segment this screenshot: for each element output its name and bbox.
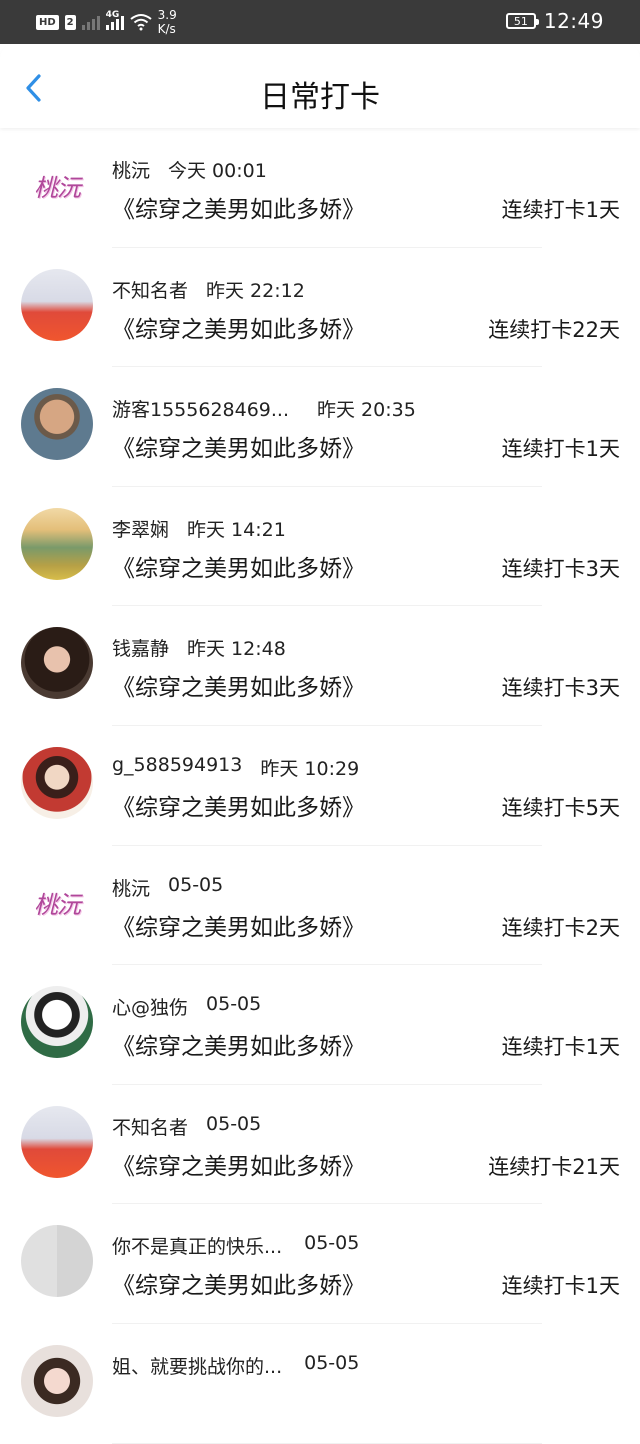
streak-label: 连续打卡1天 — [501, 1274, 620, 1299]
streak-label: 连续打卡1天 — [501, 437, 620, 462]
streak-label: 连续打卡1天 — [501, 198, 620, 222]
user-name: 心@独伤 — [112, 997, 189, 1020]
nav-bar: 日常打卡 — [0, 44, 640, 128]
list-item[interactable]: 你不是真正的快乐... 05-05 《综穿之美男如此多娇》 连续打卡1天 — [0, 1204, 640, 1324]
user-name: 游客1555628469... — [112, 399, 290, 422]
book-title: 《综穿之美男如此多娇》 — [112, 436, 365, 463]
book-title: 《综穿之美男如此多娇》 — [112, 1153, 365, 1180]
book-title: 《综穿之美男如此多娇》 — [112, 555, 365, 582]
checkin-time: 昨天 20:35 — [317, 399, 416, 422]
streak-label: 连续打卡1天 — [501, 1035, 620, 1060]
checkin-time: 今天 00:01 — [168, 160, 267, 182]
signal-icon-sim2: 4G — [105, 10, 124, 30]
sim-badge: 2 — [64, 14, 76, 30]
battery-icon: 51 — [505, 13, 539, 29]
net-speed: 3.9 K/s — [157, 8, 177, 36]
avatar[interactable] — [21, 268, 93, 341]
battery-level: 51 — [513, 14, 528, 28]
user-name: 桃沅 — [112, 160, 151, 182]
avatar[interactable] — [21, 1105, 93, 1178]
clock: 12:49 — [543, 9, 604, 33]
user-name: 不知名者 — [112, 1116, 189, 1139]
user-name: g_588594913 — [112, 753, 243, 776]
list-item[interactable]: 游客1555628469... 昨天 20:35 《综穿之美男如此多娇》 连续打卡… — [0, 367, 640, 487]
list-item[interactable]: 桃沅 桃沅 05-05 《综穿之美男如此多娇》 连续打卡2天 — [0, 846, 640, 966]
user-name: 钱嘉静 — [112, 638, 170, 661]
avatar[interactable]: 桃沅 — [21, 149, 93, 221]
book-title: 《综穿之美男如此多娇》 — [112, 1034, 365, 1061]
streak-label: 连续打卡22天 — [488, 317, 620, 342]
checkin-time: 05-05 — [206, 993, 262, 1016]
list-item[interactable]: 桃沅 桃沅 今天 00:01 《综穿之美男如此多娇》 连续打卡1天 — [0, 128, 640, 248]
checkin-time: 05-05 — [206, 1112, 262, 1135]
checkin-time: 05-05 — [168, 873, 224, 896]
user-name: 李翠娴 — [112, 518, 170, 541]
avatar[interactable] — [21, 986, 93, 1059]
streak-label: 连续打卡3天 — [501, 556, 620, 581]
avatar[interactable]: 桃沅 — [21, 866, 93, 939]
logo-text: 桃沅 — [34, 891, 81, 920]
checkin-time: 昨天 14:21 — [187, 518, 286, 541]
avatar[interactable] — [21, 507, 93, 580]
book-title: 《综穿之美男如此多娇》 — [112, 675, 365, 702]
book-title: 《综穿之美男如此多娇》 — [112, 914, 365, 941]
book-title: 《综穿之美男如此多娇》 — [112, 794, 365, 821]
streak-label: 连续打卡5天 — [501, 795, 620, 820]
book-title: 《综穿之美男如此多娇》 — [112, 197, 365, 223]
user-name: 不知名者 — [112, 279, 189, 302]
page-title: 日常打卡 — [260, 80, 380, 115]
avatar[interactable] — [21, 746, 93, 819]
list-item[interactable]: 钱嘉静 昨天 12:48 《综穿之美男如此多娇》 连续打卡3天 — [0, 606, 640, 726]
checkin-time: 昨天 10:29 — [260, 757, 360, 780]
user-name: 你不是真正的快乐... — [112, 1236, 283, 1259]
streak-label: 连续打卡21天 — [488, 1154, 620, 1179]
list-item[interactable]: g_588594913 昨天 10:29 《综穿之美男如此多娇》 连续打卡5天 — [0, 726, 640, 846]
streak-label: 连续打卡2天 — [501, 915, 620, 940]
list-item[interactable]: 姐、就要挑战你的... 05-05 — [0, 1324, 640, 1444]
user-name: 姐、就要挑战你的... — [112, 1355, 283, 1378]
avatar[interactable] — [21, 627, 93, 700]
book-title: 《综穿之美男如此多娇》 — [112, 316, 365, 343]
wifi-icon — [130, 14, 152, 31]
list-item[interactable]: 不知名者 昨天 22:12 《综穿之美男如此多娇》 连续打卡22天 — [0, 248, 640, 368]
checkin-time: 昨天 12:48 — [187, 638, 286, 661]
signal-icon-sim1 — [81, 14, 100, 30]
avatar[interactable] — [21, 1344, 93, 1417]
logo-text: 桃沅 — [34, 173, 81, 202]
checkin-time: 昨天 22:12 — [206, 279, 305, 302]
checkin-time: 05-05 — [304, 1351, 360, 1374]
avatar[interactable] — [21, 1225, 93, 1298]
status-bar: HD 2 4G 3.9 K/s 51 12:49 — [0, 0, 640, 44]
streak-label: 连续打卡3天 — [501, 676, 620, 701]
list-item[interactable]: 心@独伤 05-05 《综穿之美男如此多娇》 连续打卡1天 — [0, 965, 640, 1085]
network-type: 4G — [105, 10, 120, 20]
list-item[interactable]: 李翠娴 昨天 14:21 《综穿之美男如此多娇》 连续打卡3天 — [0, 487, 640, 607]
book-title: 《综穿之美男如此多娇》 — [112, 1273, 365, 1300]
avatar[interactable] — [21, 388, 93, 461]
user-name: 桃沅 — [112, 877, 151, 900]
hd-badge: HD — [36, 14, 59, 30]
checkin-list: 桃沅 桃沅 今天 00:01 《综穿之美男如此多娇》 连续打卡1天 不知名者 昨天 … — [0, 128, 640, 1444]
checkin-time: 05-05 — [304, 1232, 360, 1255]
list-item[interactable]: 不知名者 05-05 《综穿之美男如此多娇》 连续打卡21天 — [0, 1085, 640, 1205]
